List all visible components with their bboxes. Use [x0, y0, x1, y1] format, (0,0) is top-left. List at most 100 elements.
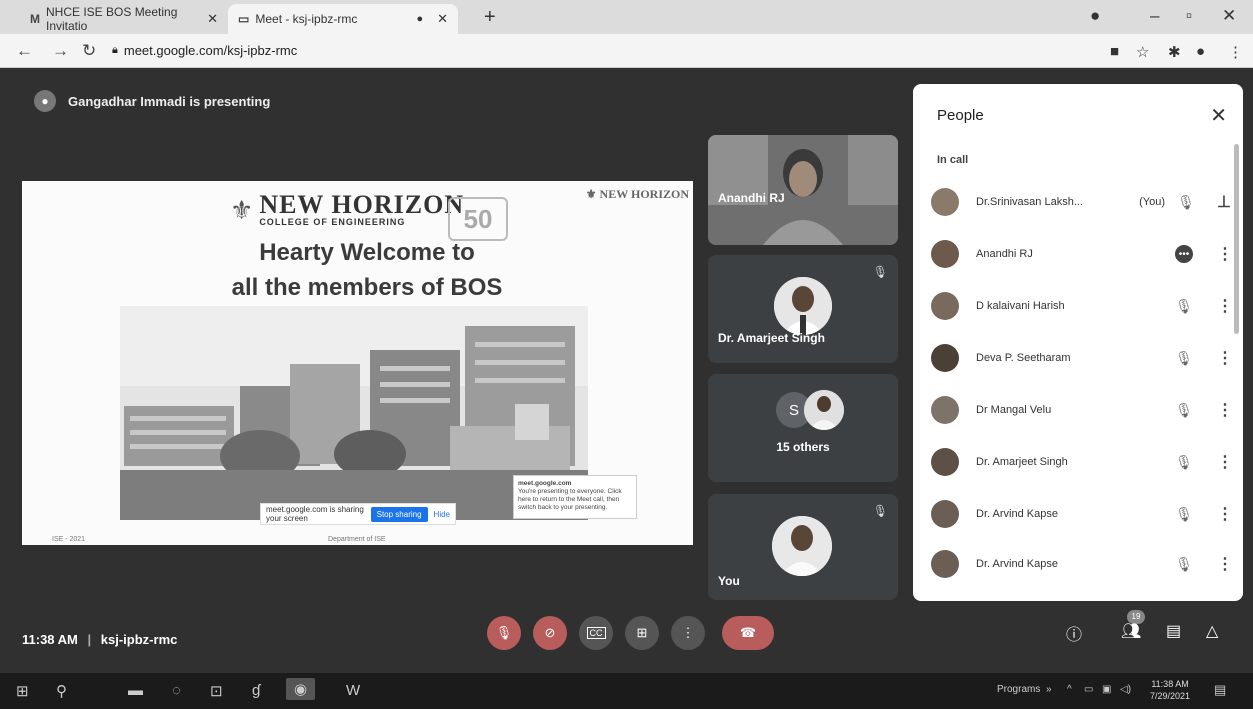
list-item[interactable]: Dr. Arvind Kapse 🎙︎ ⋮: [931, 544, 1233, 584]
hide-share-bar-button[interactable]: Hide: [434, 510, 450, 519]
tab-gmail[interactable]: M NHCE ISE BOS Meeting Invitatio ✕: [20, 4, 228, 34]
chat-icon[interactable]: ▤: [1166, 621, 1181, 641]
more-options-icon[interactable]: ⋮: [1217, 452, 1233, 472]
chrome-icon[interactable]: ◉: [286, 678, 316, 700]
more-options-icon[interactable]: ⋮: [1217, 504, 1233, 524]
pin-icon[interactable]: ⊥: [1217, 192, 1231, 212]
list-item[interactable]: Dr.Srinivasan Laksh... (You) 🎙︎ ⊥: [931, 182, 1231, 222]
forward-arrow-icon[interactable]: →: [52, 41, 69, 61]
people-scrollbar[interactable]: [1234, 144, 1239, 334]
more-options-button[interactable]: ⋮: [671, 616, 705, 650]
participant-name: Dr.Srinivasan Laksh...: [976, 196, 1083, 208]
recording-dot-icon: ●: [416, 13, 424, 25]
profile-avatar[interactable]: ●: [1196, 43, 1205, 60]
activities-icon[interactable]: △: [1206, 621, 1218, 641]
avatar: [931, 292, 959, 320]
presenting-notice[interactable]: meet.google.com You're presenting to eve…: [513, 475, 637, 519]
word-icon[interactable]: W: [346, 682, 360, 699]
edge-browser-icon[interactable]: ◌: [172, 682, 181, 699]
presenter-banner: ● Gangadhar Immadi is presenting: [34, 90, 270, 112]
list-item[interactable]: D kalaivani Harish 🎙︎ ⋮: [931, 286, 1233, 326]
meeting-code: ksj-ipbz-rmc: [100, 632, 178, 647]
more-options-icon[interactable]: ⋮: [1217, 400, 1233, 420]
mic-toggle-button[interactable]: 🎙︎: [487, 616, 521, 650]
window-close-button[interactable]: ✕: [1222, 6, 1236, 26]
windows-start-icon[interactable]: ⊞: [16, 682, 29, 700]
participant-tile-others[interactable]: S 15 others: [708, 374, 898, 482]
chevron-icon[interactable]: »: [1046, 684, 1052, 695]
mic-off-icon: 🎙︎: [1175, 505, 1193, 522]
gmail-icon: M: [30, 12, 40, 26]
maximize-button[interactable]: ▫: [1186, 6, 1192, 26]
windows-taskbar: ⊞ ⚲ ▬ ◌ ⊡ ɠ ◉ W Programs » ^ ▭ ▣ ◁) 11:3…: [0, 673, 1253, 709]
browser-tab-bar: M NHCE ISE BOS Meeting Invitatio ✕ ▭ Mee…: [0, 0, 1253, 34]
more-options-icon[interactable]: ⋮: [1217, 296, 1233, 316]
list-item[interactable]: Dr. Arvind Kapse 🎙︎ ⋮: [931, 494, 1233, 534]
menu-dots-icon[interactable]: ⋮: [1228, 43, 1243, 61]
close-icon[interactable]: ✕: [1210, 103, 1227, 128]
mini-college-logo: ⚜ NEW HORIZON: [585, 187, 689, 201]
more-options-icon[interactable]: ⋮: [1217, 348, 1233, 368]
college-emblem-icon: ⚜: [230, 194, 254, 225]
url-field[interactable]: 🔒︎ meet.google.com/ksj-ipbz-rmc: [112, 43, 297, 58]
you-label: (You): [1139, 196, 1165, 208]
minimize-button[interactable]: –: [1150, 6, 1159, 26]
avatar: [931, 344, 959, 372]
people-icon[interactable]: 👥︎: [1121, 621, 1141, 641]
app-icon[interactable]: ɠ: [252, 682, 260, 699]
participant-name: D kalaivani Harish: [976, 300, 1065, 312]
extensions-icon[interactable]: ✱: [1168, 43, 1181, 61]
notification-icon[interactable]: ▤: [1214, 682, 1226, 698]
reload-icon[interactable]: ↻: [82, 41, 96, 61]
camera-toggle-button[interactable]: ⊘: [533, 616, 567, 650]
more-options-icon[interactable]: ⋮: [1217, 244, 1233, 264]
mic-off-icon: 🎙︎: [1177, 193, 1195, 210]
more-options-icon[interactable]: ⋮: [1217, 554, 1233, 574]
back-arrow-icon[interactable]: ←: [16, 41, 33, 61]
list-item[interactable]: Anandhi RJ ••• ⋮: [931, 234, 1233, 274]
list-item[interactable]: Dr Mangal Velu 🎙︎ ⋮: [931, 390, 1233, 430]
participant-name: Anandhi RJ: [976, 248, 1033, 260]
present-now-button[interactable]: ⊞: [625, 616, 659, 650]
volume-icon[interactable]: ◁): [1120, 684, 1131, 695]
presenting-text: Gangadhar Immadi is presenting: [68, 93, 271, 109]
account-circle-icon[interactable]: ●: [1090, 6, 1100, 26]
captions-button[interactable]: CC: [579, 616, 613, 650]
self-tile[interactable]: 🎙︎ You: [708, 494, 898, 600]
tab-meet[interactable]: ▭ Meet - ksj-ipbz-rmc ● ✕: [228, 4, 458, 34]
close-icon[interactable]: ✕: [207, 11, 218, 27]
share-text: meet.google.com is sharing your screen: [266, 505, 364, 523]
new-tab-button[interactable]: +: [484, 6, 496, 29]
battery-icon[interactable]: ▭: [1084, 684, 1093, 695]
avatar: [931, 396, 959, 424]
search-icon[interactable]: ⚲: [56, 682, 67, 700]
separator: |: [87, 632, 92, 647]
stop-sharing-button[interactable]: Stop sharing: [370, 506, 428, 522]
tab-title: NHCE ISE BOS Meeting Invitatio: [46, 5, 178, 33]
meeting-details: 11:38 AM | ksj-ipbz-rmc: [22, 632, 177, 647]
mic-off-icon: 🎙︎: [1175, 401, 1193, 418]
meeting-info-icon[interactable]: ⓘ: [1066, 621, 1082, 645]
clock-time: 11:38 AM: [1151, 679, 1189, 689]
list-item[interactable]: Deva P. Seetharam 🎙︎ ⋮: [931, 338, 1233, 378]
leave-call-button[interactable]: ☎: [722, 616, 774, 650]
participant-name: Dr Mangal Velu: [976, 404, 1052, 416]
avatar: [804, 390, 844, 430]
close-icon[interactable]: ✕: [437, 11, 448, 27]
bookmark-star-icon[interactable]: ☆: [1136, 43, 1149, 61]
tray-up-icon[interactable]: ^: [1067, 684, 1072, 695]
network-icon[interactable]: ▣: [1102, 684, 1111, 695]
mic-off-icon: 🎙︎: [1175, 555, 1193, 572]
slide-headline-1: Hearty Welcome to: [259, 239, 475, 266]
programs-label[interactable]: Programs: [997, 684, 1040, 695]
participant-tile[interactable]: 🎙︎ Dr. Amarjeet Singh: [708, 255, 898, 363]
camera-icon[interactable]: ■: [1110, 43, 1119, 60]
system-clock[interactable]: 11:38 AM 7/29/2021: [1150, 678, 1190, 702]
store-icon[interactable]: ⊡: [210, 682, 223, 700]
slide-footer-left: ISE - 2021: [52, 536, 86, 543]
list-item[interactable]: Dr. Amarjeet Singh 🎙︎ ⋮: [931, 442, 1233, 482]
participant-tile[interactable]: Anandhi RJ: [708, 135, 898, 245]
notice-title: meet.google.com: [518, 480, 572, 487]
task-view-icon[interactable]: ▬: [128, 682, 143, 699]
speaking-indicator-icon: •••: [1175, 245, 1193, 263]
